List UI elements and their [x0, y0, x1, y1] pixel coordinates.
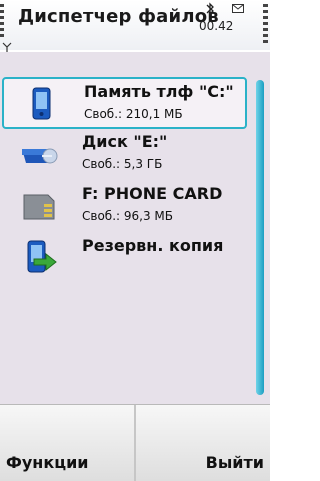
scrollbar-thumb[interactable]: [256, 80, 264, 395]
exit-softkey[interactable]: Выйти: [206, 453, 264, 472]
memory-card-icon: [23, 194, 55, 220]
options-softkey[interactable]: Функции: [6, 453, 89, 472]
list-item-disk-e[interactable]: Диск "E:" Своб.: 5,3 ГБ: [2, 129, 247, 181]
list-item-backup[interactable]: Резервн. копия: [2, 233, 247, 285]
envelope-icon: [232, 4, 244, 13]
drive-free-space: Своб.: 210,1 МБ: [84, 107, 183, 121]
backup-icon: [27, 240, 57, 273]
drive-free-space: Своб.: 96,3 МБ: [82, 209, 173, 223]
bluetooth-icon: [206, 2, 214, 16]
drive-name: Резервн. копия: [82, 236, 224, 255]
drive-name: Диск "E:": [82, 132, 168, 151]
signal-strength-icon: [0, 4, 4, 37]
scrollbar[interactable]: [256, 80, 264, 395]
page-title: Диспетчер файлов: [18, 6, 219, 27]
phone-memory-icon: [32, 87, 51, 120]
drive-name: Память тлф "C:": [84, 82, 234, 101]
battery-level-icon: [263, 4, 268, 43]
softkey-divider: [134, 405, 136, 481]
drive-free-space: Своб.: 5,3 ГБ: [82, 157, 163, 171]
softkey-bar: Функции Выйти: [0, 404, 270, 481]
title-bar: Диспетчер файлов 00.42: [0, 0, 270, 52]
drive-name: F: PHONE CARD: [82, 184, 223, 203]
drive-list-area: Память тлф "C:" Своб.: 210,1 МБ Диск "E:…: [0, 52, 270, 464]
antenna-icon: [2, 42, 12, 52]
list-item-phone-card[interactable]: F: PHONE CARD Своб.: 96,3 МБ: [2, 181, 247, 233]
mass-storage-icon: [22, 148, 58, 164]
list-item-phone-memory[interactable]: Память тлф "C:" Своб.: 210,1 МБ: [2, 77, 247, 129]
drive-list: Память тлф "C:" Своб.: 210,1 МБ Диск "E:…: [2, 77, 247, 285]
clock: 00.42: [199, 19, 234, 33]
